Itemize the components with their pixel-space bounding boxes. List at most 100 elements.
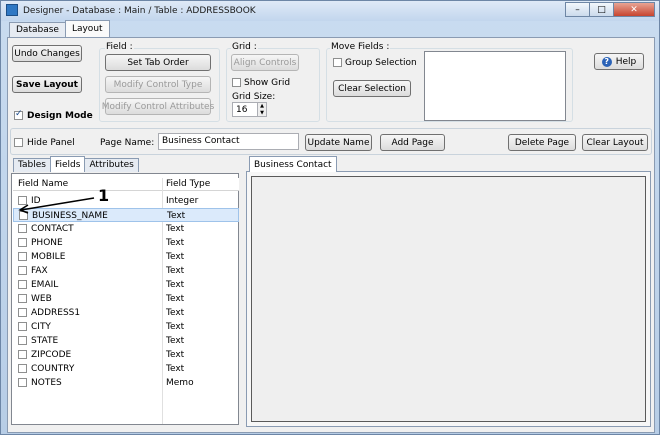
- table-row[interactable]: WEB Text: [13, 292, 239, 306]
- tab-fields[interactable]: Fields: [49, 156, 86, 172]
- row-checkbox[interactable]: [18, 294, 27, 303]
- minimize-button[interactable]: –: [565, 2, 590, 17]
- field-group-label: Field :: [105, 42, 134, 52]
- field-type-cell: Integer: [166, 196, 199, 206]
- column-header-field-name[interactable]: Field Name: [18, 179, 68, 189]
- field-type-cell: Text: [166, 336, 185, 346]
- tab-layout[interactable]: Layout: [64, 20, 110, 37]
- help-label: Help: [615, 56, 637, 67]
- show-grid-label: Show Grid: [244, 78, 291, 88]
- table-row[interactable]: STATE Text: [13, 334, 239, 348]
- hide-panel-label: Hide Panel: [27, 138, 75, 148]
- table-row[interactable]: CONTACT Text: [13, 222, 239, 236]
- close-button[interactable]: ✕: [613, 2, 655, 17]
- page-name-input[interactable]: Business Contact: [158, 133, 299, 150]
- align-controls-button[interactable]: Align Controls: [231, 54, 299, 71]
- table-row[interactable]: MOBILE Text: [13, 250, 239, 264]
- designer-window: Designer - Database : Main / Table : ADD…: [0, 0, 660, 435]
- app-icon: [6, 4, 18, 16]
- annotation-arrow-icon: [18, 197, 95, 214]
- field-name-cell: CONTACT: [31, 224, 74, 234]
- layout-canvas[interactable]: [251, 176, 646, 422]
- title-bar[interactable]: Designer - Database : Main / Table : ADD…: [1, 1, 659, 21]
- annotation-number: 1: [98, 186, 110, 205]
- row-checkbox[interactable]: [18, 280, 27, 289]
- row-checkbox[interactable]: [18, 350, 27, 359]
- modify-control-type-button[interactable]: Modify Control Type: [105, 76, 211, 93]
- field-name-cell: WEB: [31, 294, 52, 304]
- clear-selection-button[interactable]: Clear Selection: [333, 80, 411, 97]
- table-row[interactable]: ZIPCODE Text: [13, 348, 239, 362]
- design-mode-label: Design Mode: [27, 111, 93, 121]
- column-header-field-type[interactable]: Field Type: [166, 179, 210, 189]
- field-type-cell: Text: [166, 294, 185, 304]
- design-mode-checkbox[interactable]: [14, 109, 23, 120]
- table-row[interactable]: NOTES Memo: [13, 376, 239, 390]
- field-name-cell: NOTES: [31, 378, 62, 388]
- tab-attributes[interactable]: Attributes: [84, 158, 139, 172]
- clear-layout-button[interactable]: Clear Layout: [582, 134, 648, 151]
- table-row[interactable]: PHONE Text: [13, 236, 239, 250]
- hide-panel-checkbox[interactable]: [14, 138, 23, 147]
- grid-size-stepper[interactable]: 16 ▲ ▼: [232, 102, 267, 117]
- row-checkbox[interactable]: [18, 238, 27, 247]
- field-name-cell: FAX: [31, 266, 48, 276]
- grid-size-down-icon[interactable]: ▼: [258, 109, 266, 116]
- field-name-cell: COUNTRY: [31, 364, 75, 374]
- group-selection-label: Group Selection: [345, 58, 417, 68]
- maximize-button[interactable]: □: [589, 2, 614, 17]
- window-title: Designer - Database : Main / Table : ADD…: [23, 6, 256, 16]
- field-name-cell: CITY: [31, 322, 51, 332]
- row-checkbox[interactable]: [18, 378, 27, 387]
- field-type-cell: Text: [166, 308, 185, 318]
- move-fields-label: Move Fields :: [330, 42, 391, 52]
- update-name-button[interactable]: Update Name: [305, 134, 372, 151]
- row-checkbox[interactable]: [18, 336, 27, 345]
- tab-database[interactable]: Database: [9, 22, 66, 37]
- table-row[interactable]: ADDRESS1 Text: [13, 306, 239, 320]
- field-type-cell: Text: [166, 238, 185, 248]
- help-button[interactable]: ? Help: [594, 53, 644, 70]
- row-checkbox[interactable]: [18, 322, 27, 331]
- row-checkbox[interactable]: [18, 224, 27, 233]
- field-name-cell: ADDRESS1: [31, 308, 81, 318]
- field-name-cell: ZIPCODE: [31, 350, 72, 360]
- field-type-cell: Text: [166, 364, 185, 374]
- modify-control-attributes-button[interactable]: Modify Control Attributes: [102, 98, 214, 115]
- table-row[interactable]: COUNTRY Text: [13, 362, 239, 376]
- field-type-cell: Text: [167, 211, 186, 221]
- help-icon: ?: [601, 56, 612, 67]
- row-checkbox[interactable]: [18, 364, 27, 373]
- field-type-cell: Text: [166, 266, 185, 276]
- field-type-cell: Text: [166, 350, 185, 360]
- table-row[interactable]: FAX Text: [13, 264, 239, 278]
- set-tab-order-button[interactable]: Set Tab Order: [105, 54, 211, 71]
- page-panel: [246, 171, 651, 427]
- grid-size-label: Grid Size:: [232, 92, 276, 102]
- field-type-cell: Text: [166, 224, 185, 234]
- grid-size-value: 16: [236, 105, 248, 115]
- add-page-button[interactable]: Add Page: [380, 134, 445, 151]
- show-grid-checkbox[interactable]: [232, 78, 241, 87]
- field-type-cell: Text: [166, 322, 185, 332]
- fields-grid-header: Field Name Field Type: [13, 178, 239, 191]
- table-row[interactable]: EMAIL Text: [13, 278, 239, 292]
- row-checkbox[interactable]: [18, 252, 27, 261]
- delete-page-button[interactable]: Delete Page: [508, 134, 576, 151]
- field-name-cell: PHONE: [31, 238, 63, 248]
- field-type-cell: Memo: [166, 378, 194, 388]
- row-checkbox[interactable]: [18, 266, 27, 275]
- move-fields-list[interactable]: [424, 51, 566, 121]
- field-type-cell: Text: [166, 252, 185, 262]
- field-type-cell: Text: [166, 280, 185, 290]
- field-name-cell: MOBILE: [31, 252, 66, 262]
- table-row[interactable]: CITY Text: [13, 320, 239, 334]
- field-name-cell: STATE: [31, 336, 59, 346]
- page-name-label: Page Name:: [100, 138, 155, 148]
- undo-changes-button[interactable]: Undo Changes: [12, 45, 82, 62]
- tab-tables[interactable]: Tables: [13, 158, 51, 172]
- group-selection-checkbox[interactable]: [333, 58, 342, 67]
- save-layout-button[interactable]: Save Layout: [12, 76, 82, 93]
- tab-business-contact[interactable]: Business Contact: [249, 156, 337, 172]
- row-checkbox[interactable]: [18, 308, 27, 317]
